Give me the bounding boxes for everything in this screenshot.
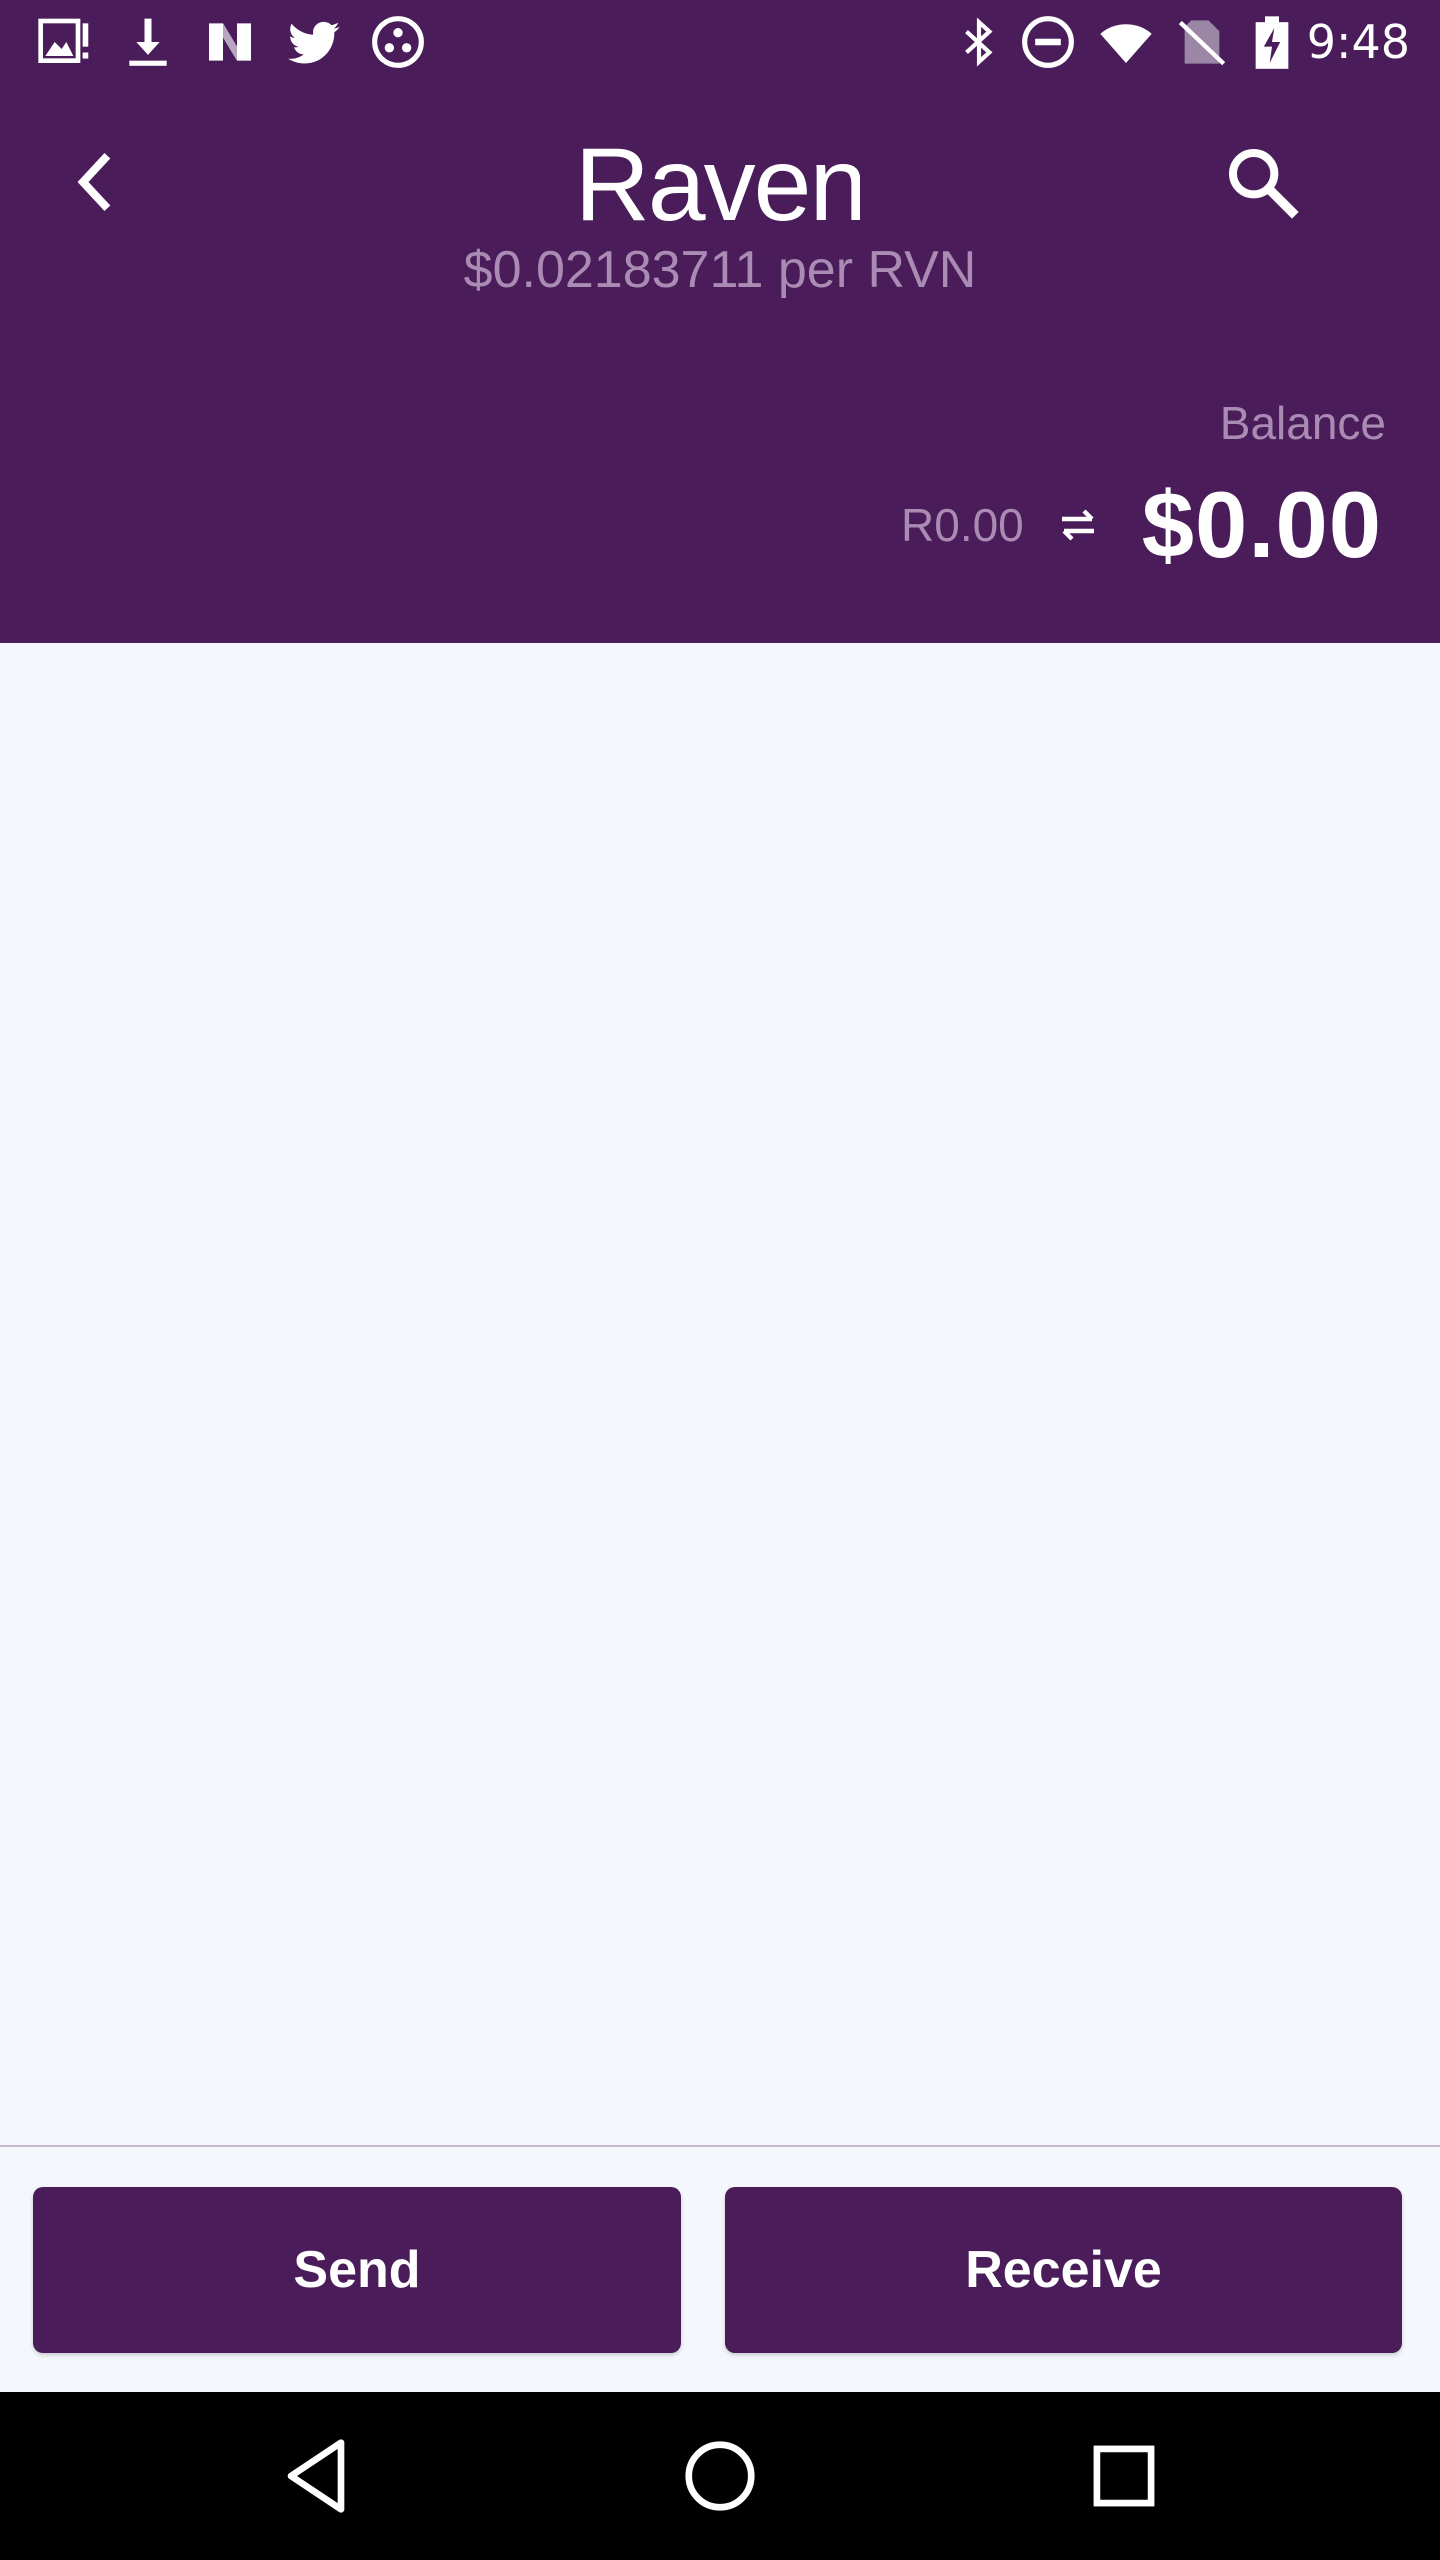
raven-logo: Raven xyxy=(580,130,860,236)
nova-icon xyxy=(209,23,251,61)
balance-fiat: $0.00 xyxy=(1141,472,1382,577)
nav-recents-icon[interactable] xyxy=(1074,2426,1174,2526)
system-nav-bar xyxy=(0,2392,1440,2560)
balance-row[interactable]: R0.00 $0.00 xyxy=(901,470,1382,580)
status-bar: 9:48 xyxy=(0,0,1440,84)
send-button[interactable]: Send xyxy=(33,2187,681,2353)
search-button[interactable] xyxy=(1222,142,1302,222)
nav-home-icon[interactable] xyxy=(670,2426,770,2526)
rvn-price: $0.02183711 per RVN xyxy=(463,241,977,299)
receive-button[interactable]: Receive xyxy=(725,2187,1402,2353)
bluetooth-icon xyxy=(965,17,993,67)
photo-alert-icon xyxy=(38,18,89,63)
twitter-icon xyxy=(288,21,340,64)
nav-back-icon[interactable] xyxy=(266,2426,366,2526)
dots-app-icon xyxy=(372,16,424,68)
balance-crypto: R0.00 xyxy=(901,499,1024,551)
download-icon xyxy=(129,18,167,66)
wifi-icon xyxy=(1100,24,1152,63)
do-not-disturb-icon xyxy=(1022,16,1074,68)
balance-label: Balance xyxy=(1219,397,1386,449)
status-time: 9:48 xyxy=(1306,15,1410,69)
swap-currency-icon[interactable] xyxy=(1054,501,1102,549)
wallet-header: 9:48 Raven $0.02183711 per RVN Balance R… xyxy=(0,0,1440,643)
transaction-list xyxy=(0,643,1440,2145)
back-button[interactable] xyxy=(58,142,138,222)
battery-charging-icon xyxy=(1255,16,1289,69)
action-footer: Send Receive xyxy=(0,2147,1440,2392)
svg-text:Raven: Raven xyxy=(580,130,860,236)
no-sim-icon xyxy=(1178,20,1226,66)
